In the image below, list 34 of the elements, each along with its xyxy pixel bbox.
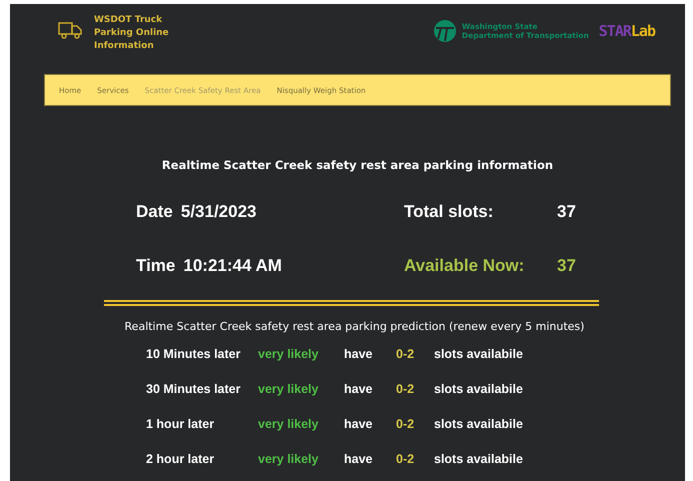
verb-text: have <box>344 347 374 361</box>
time-offset: 10 Minutes later <box>146 347 242 361</box>
lab-logo: STARLab <box>598 22 655 40</box>
available-value: 37 <box>557 256 576 276</box>
verb-text: have <box>344 382 374 396</box>
site-title: WSDOT Truck Parking Online Information <box>94 14 170 53</box>
time-value: 10:21:44 AM <box>183 256 282 276</box>
section-title: Realtime Scatter Creek safety rest area parking information <box>160 158 554 172</box>
verb-text: have <box>344 452 374 466</box>
likelihood: very likely <box>258 382 320 396</box>
date-value: 5/31/2023 <box>180 202 256 222</box>
time-offset: 2 hour later <box>146 452 216 466</box>
time-label: Time <box>136 256 176 276</box>
likelihood: very likely <box>258 452 320 466</box>
unit-text: slots availabile <box>434 452 523 466</box>
section-title: Realtime Scatter Creek safety rest area parking prediction (renew every 5 minutes) <box>124 320 586 333</box>
unit-text: slots availabile <box>434 347 523 361</box>
date-label: Date <box>136 202 173 222</box>
time-offset: 1 hour later <box>146 417 216 431</box>
likelihood: very likely <box>258 347 320 361</box>
verb-text: have <box>344 417 374 431</box>
total-label: Total slots: <box>404 202 494 222</box>
slot-range: 0-2 <box>396 347 416 361</box>
slot-range: 0-2 <box>396 417 416 431</box>
truck-icon <box>58 20 84 40</box>
time-offset: 30 Minutes later <box>146 382 242 396</box>
slot-range: 0-2 <box>396 382 416 396</box>
likelihood: very likely <box>258 417 320 431</box>
unit-text: slots availabile <box>434 382 523 396</box>
total-value: 37 <box>557 202 576 222</box>
agency-logo-icon <box>434 20 456 42</box>
slot-range: 0-2 <box>396 452 416 466</box>
available-label: Available Now: <box>404 256 526 276</box>
unit-text: slots availabile <box>434 417 523 431</box>
